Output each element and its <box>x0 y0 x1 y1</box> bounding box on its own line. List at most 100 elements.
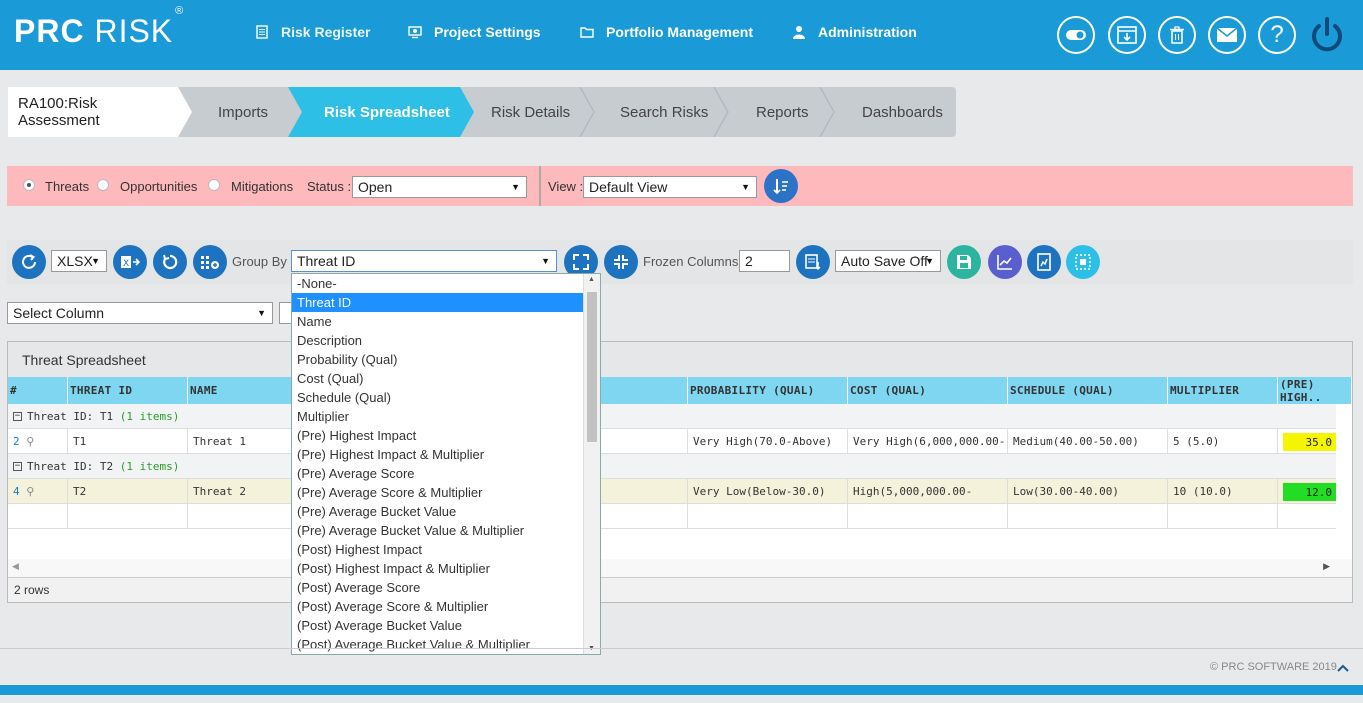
grid-title: Threat Spreadsheet <box>8 342 1352 377</box>
dropdown-option[interactable]: (Pre) Average Bucket Value & Multiplier <box>292 521 584 540</box>
line-chart-icon <box>997 255 1012 270</box>
table-row[interactable]: 4 ⚲ T2 Threat 2 Very Low(Below-30.0) Hig… <box>8 479 1336 504</box>
scroll-thumb[interactable] <box>587 292 597 442</box>
column-settings-button[interactable] <box>796 245 830 279</box>
dropdown-option[interactable]: (Post) Highest Impact <box>292 540 584 559</box>
chevron-down-icon: ▼ <box>91 256 100 266</box>
view-label: View : <box>548 179 584 194</box>
report-button[interactable] <box>1027 245 1061 279</box>
dropdown-option[interactable]: (Post) Highest Impact & Multiplier <box>292 559 584 578</box>
radio-threats-label: Threats <box>45 179 90 194</box>
undo-icon <box>163 254 178 270</box>
column-header-multiplier[interactable]: MULTIPLIER <box>1168 377 1278 404</box>
grid-header-row: # THREAT ID NAME PROBABILITY (QUAL) COST… <box>8 377 1352 404</box>
view-select[interactable]: Default View ▼ <box>583 176 757 198</box>
spreadsheet-toolbar: XLSX ▼ X Group By : Threat ID ▼ Frozen Col… <box>7 240 1353 284</box>
excel-export-icon: X <box>121 256 140 269</box>
toggle-icon[interactable] <box>1057 16 1095 54</box>
status-label: Status : <box>307 179 352 194</box>
scroll-up-icon[interactable]: ▲ <box>588 276 595 283</box>
frozen-columns-label: Frozen Columns : <box>643 254 746 269</box>
scroll-top-icon[interactable] <box>1335 660 1351 676</box>
column-header-number[interactable]: # <box>8 377 68 404</box>
reset-button[interactable] <box>153 245 187 279</box>
download-window-icon[interactable] <box>1108 16 1146 54</box>
trash-icon[interactable] <box>1158 16 1196 54</box>
user-icon <box>793 26 805 39</box>
radio-mitigations-label: Mitigations <box>231 179 294 194</box>
fit-columns-button[interactable] <box>1066 245 1100 279</box>
nav-label: Portfolio Management <box>606 24 754 40</box>
table-row[interactable]: 2 ⚲ T1 Threat 1 Very High(70.0-Above) Ve… <box>8 429 1336 454</box>
export-excel-button[interactable]: X <box>113 245 147 279</box>
dropdown-option[interactable]: Cost (Qual) <box>292 369 584 388</box>
group-row[interactable]: − Threat ID: T2 (1 items) <box>8 454 1336 479</box>
expand-icon <box>573 254 589 270</box>
dropdown-option[interactable]: (Pre) Average Score & Multiplier <box>292 483 584 502</box>
dropdown-option[interactable]: Multiplier <box>292 407 584 426</box>
collapse-all-button[interactable] <box>604 245 638 279</box>
dropdown-option[interactable]: (Post) Average Score & Multiplier <box>292 597 584 616</box>
select-column-select[interactable]: Select Column ▼ <box>7 302 273 324</box>
dropdown-option[interactable]: (Post) Average Score <box>292 578 584 597</box>
nav-portfolio-management[interactable]: Portfolio Management <box>580 24 753 40</box>
radio-mitigations[interactable] <box>208 179 220 191</box>
dropdown-option[interactable]: Threat ID <box>292 293 584 312</box>
save-button[interactable] <box>947 245 981 279</box>
radio-threats[interactable] <box>23 179 35 191</box>
nav-administration[interactable]: Administration <box>792 24 917 40</box>
radio-opportunities[interactable] <box>97 179 109 191</box>
add-columns-button[interactable] <box>193 245 227 279</box>
group-by-dropdown-list[interactable]: (Post) Average Bucket Value & Multiplier… <box>291 273 601 655</box>
refresh-button[interactable] <box>12 245 46 279</box>
scroll-left-icon[interactable]: ◀ <box>12 561 19 572</box>
save-icon <box>957 255 971 269</box>
help-icon[interactable]: ? <box>1258 16 1296 54</box>
severity-badge: 12.0 <box>1283 483 1336 501</box>
dropdown-option[interactable]: -None- <box>292 274 584 293</box>
dropdown-option[interactable]: (Pre) Highest Impact <box>292 426 584 445</box>
power-icon[interactable] <box>1308 15 1346 55</box>
column-header-pre-highest[interactable]: (PRE) HIGH.. <box>1278 377 1352 404</box>
dropdown-option[interactable]: (Pre) Average Bucket Value <box>292 502 584 521</box>
column-header-schedule[interactable]: SCHEDULE (QUAL) <box>1008 377 1168 404</box>
nav-project-settings[interactable]: Project Settings <box>408 24 541 40</box>
sort-view-button[interactable] <box>764 169 798 203</box>
dropdown-option[interactable]: Schedule (Qual) <box>292 388 584 407</box>
export-format-select[interactable]: XLSX ▼ <box>51 250 107 272</box>
column-header-cost[interactable]: COST (QUAL) <box>848 377 1008 404</box>
status-select[interactable]: Open ▼ <box>352 176 527 198</box>
search-icon[interactable]: ⚲ <box>26 435 34 448</box>
chart-button[interactable] <box>988 245 1022 279</box>
collapse-group-icon[interactable]: − <box>13 462 22 471</box>
logo: PRC RISK® <box>14 5 185 49</box>
dropdown-option[interactable]: Probability (Qual) <box>292 350 584 369</box>
dropdown-option[interactable]: Name <box>292 312 584 331</box>
chevron-down-icon: ▼ <box>541 256 550 266</box>
search-icon[interactable]: ⚲ <box>26 485 34 498</box>
dropdown-option[interactable]: (Post) Average Bucket Value & Multiplier <box>292 635 584 654</box>
chevron-down-icon: ▼ <box>741 182 750 192</box>
chevron-down-icon: ▼ <box>511 182 520 192</box>
dropdown-scrollbar[interactable]: ▲ ▼ <box>583 274 600 654</box>
severity-badge: 35.0 <box>1283 433 1336 451</box>
dropdown-option[interactable]: (Post) Average Bucket Value <box>292 616 584 635</box>
column-header-probability[interactable]: PROBABILITY (QUAL) <box>688 377 848 404</box>
horizontal-scrollbar[interactable]: ◀ ▶ <box>8 559 1352 577</box>
dropdown-option[interactable]: Description <box>292 331 584 350</box>
frozen-columns-input[interactable]: 2 <box>739 250 790 272</box>
mail-icon[interactable] <box>1208 16 1246 54</box>
auto-save-select[interactable]: Auto Save Off ▼ <box>835 250 941 272</box>
dropdown-option[interactable]: (Pre) Average Score <box>292 464 584 483</box>
group-row[interactable]: − Threat ID: T1 (1 items) <box>8 404 1336 429</box>
scroll-right-icon[interactable]: ▶ <box>1323 561 1330 572</box>
group-by-select[interactable]: Threat ID ▼ <box>291 250 557 272</box>
nav-risk-register[interactable]: Risk Register <box>255 24 370 40</box>
collapse-group-icon[interactable]: − <box>13 412 22 421</box>
column-header-threat-id[interactable]: THREAT ID <box>68 377 188 404</box>
refresh-icon <box>22 254 36 269</box>
dropdown-option[interactable]: (Pre) Highest Impact & Multiplier <box>292 445 584 464</box>
risk-filter-bar: Threats Opportunities Mitigations Status… <box>7 166 1353 206</box>
collapse-icon <box>614 255 628 269</box>
bottom-bar <box>0 685 1363 695</box>
